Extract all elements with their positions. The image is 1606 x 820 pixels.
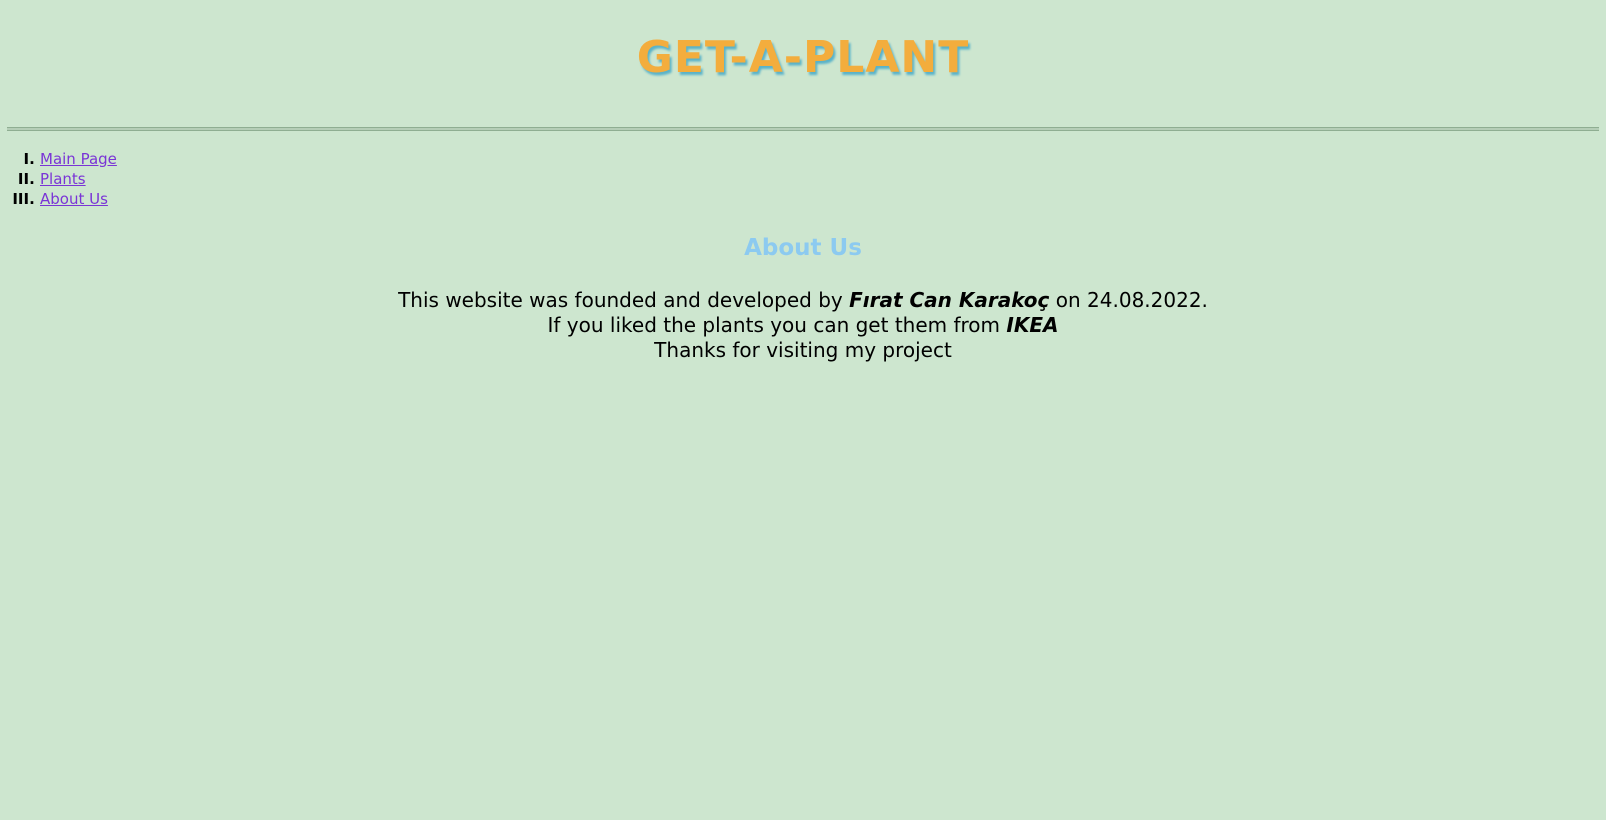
nav-link-about-us[interactable]: About Us <box>40 190 108 208</box>
about-line-store: If you liked the plants you can get them… <box>0 313 1606 338</box>
nav-item-main-page: Main Page <box>40 149 117 169</box>
nav-item-plants: Plants <box>40 169 117 189</box>
about-line-thanks: Thanks for visiting my project <box>654 338 952 362</box>
site-header: GET-A-PLANT <box>0 0 1606 88</box>
store-name: IKEA <box>1006 313 1059 337</box>
header-divider <box>7 127 1599 131</box>
about-heading: About Us <box>744 235 862 261</box>
about-line-founder: This website was founded and developed b… <box>0 288 1606 313</box>
nav-list: Main Page Plants About Us <box>40 149 117 209</box>
site-title: GET-A-PLANT <box>636 32 970 83</box>
nav-item-about-us: About Us <box>40 189 117 209</box>
founder-text-prefix: This website was founded and developed b… <box>398 288 850 312</box>
founder-name: Fırat Can Karakoç <box>849 288 1050 312</box>
store-text-prefix: If you liked the plants you can get them… <box>547 313 1007 337</box>
about-body: This website was founded and developed b… <box>0 288 1606 363</box>
founder-text-suffix: on 24.08.2022. <box>1049 288 1208 312</box>
nav-link-main-page[interactable]: Main Page <box>40 150 117 168</box>
nav-link-plants[interactable]: Plants <box>40 170 86 188</box>
